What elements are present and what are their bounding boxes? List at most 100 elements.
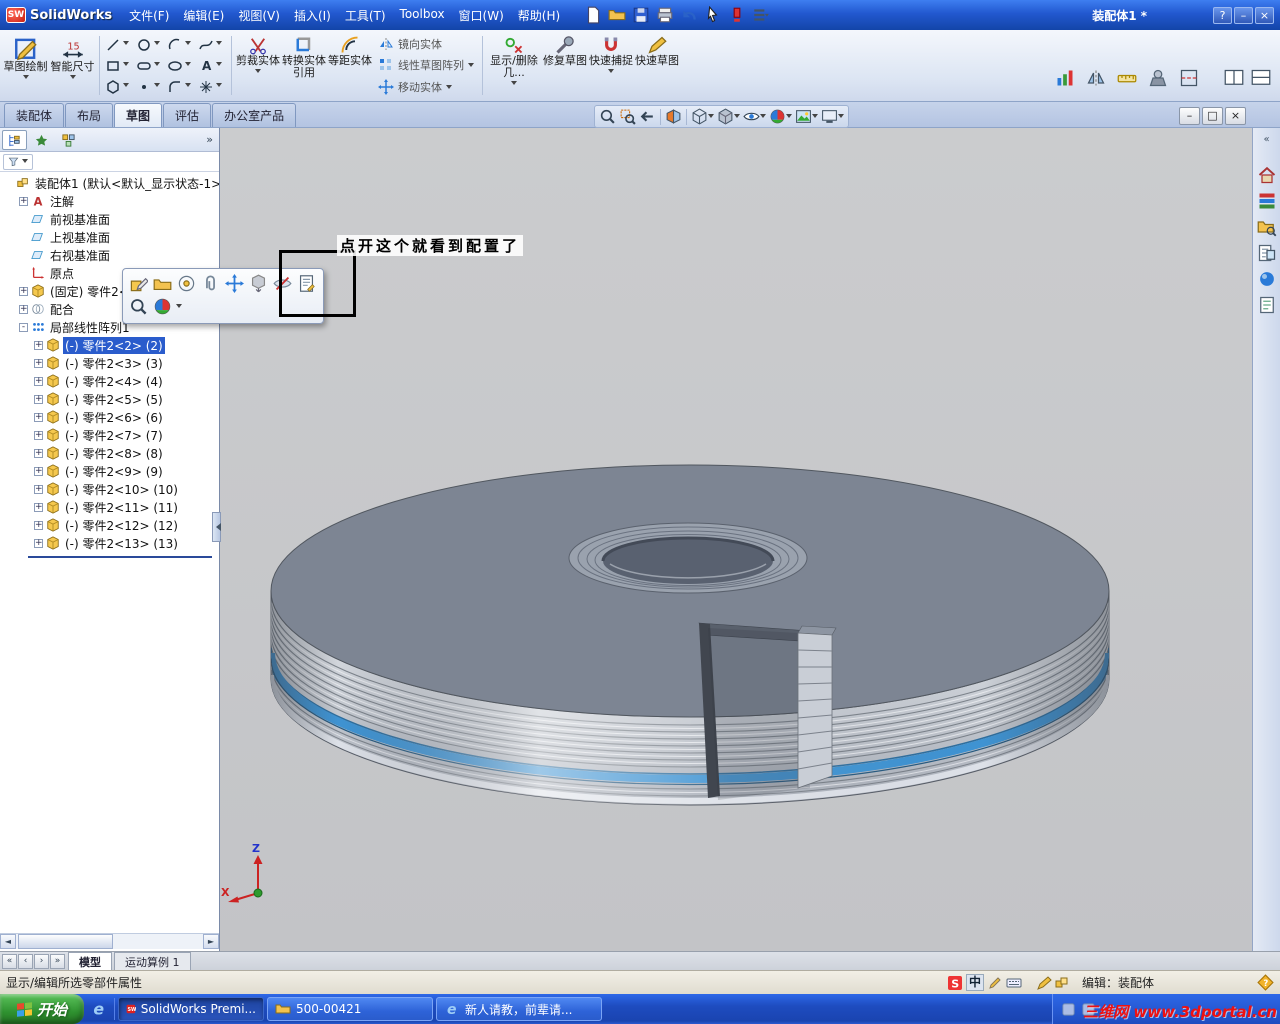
scroll-left-icon[interactable]: ◄ [0,934,16,949]
tree-expander[interactable]: + [34,413,43,422]
symmetry-check-icon[interactable] [1085,67,1107,89]
line-tool-button[interactable] [105,35,133,54]
screen-pane-icon[interactable] [1250,67,1272,89]
tree-item[interactable]: +(-) 零件2<9> (9) [0,462,219,480]
tree-expander[interactable]: + [34,449,43,458]
tree-item[interactable]: +(-) 零件2<10> (10) [0,480,219,498]
mate-button[interactable] [200,273,221,294]
tab-装配体[interactable]: 装配体 [4,103,64,127]
language-bar[interactable]: S中 [947,974,1022,991]
tab-布局[interactable]: 布局 [65,103,113,127]
linear-sketch-pattern-button[interactable]: 线性草图阵列 [378,57,474,73]
options-list-icon[interactable] [751,5,771,25]
spline-tool-button[interactable] [198,35,226,54]
model-tab-1[interactable]: 运动算例 1 [114,952,191,971]
star-tool-button[interactable] [198,77,226,96]
tree-item[interactable]: 上视基准面 [0,228,219,246]
custom-properties-icon[interactable] [1257,295,1277,315]
sketch-button[interactable]: 草图绘制 [2,33,49,98]
tree-expander[interactable]: + [34,539,43,548]
tree-item[interactable]: +(-) 零件2<12> (12) [0,516,219,534]
tree-item[interactable]: 装配体1 (默认<默认_显示状态-1>) [0,174,219,192]
tab-scroll-2[interactable]: › [34,954,49,969]
taskbar-task-1[interactable]: 500-00421 [267,997,433,1021]
move-component-button[interactable] [224,273,245,294]
mass-properties-icon[interactable] [1147,67,1169,89]
point-tool-button[interactable] [136,77,164,96]
screen-split-icon[interactable] [1223,67,1245,89]
menu-item-4[interactable]: 工具(T) [338,4,393,27]
scrollbar-thumb[interactable] [18,934,113,949]
undo-icon[interactable] [679,5,699,25]
tree-expander[interactable]: + [19,305,28,314]
tree-expander[interactable]: + [34,485,43,494]
isolate-button[interactable] [176,273,197,294]
hide-show-items-button[interactable] [742,107,767,126]
menu-item-5[interactable]: Toolbox [393,4,452,27]
quick-tips-icon[interactable]: ? [1257,974,1274,991]
repair-sketch-button[interactable]: 修复草图 [542,33,588,98]
tree-expander[interactable]: - [19,323,28,332]
sogou-icon[interactable]: S [947,975,963,991]
tree-expander[interactable]: + [34,431,43,440]
rapid-sketch-button[interactable]: 快速草图 [634,33,680,98]
display-delete-relations-button[interactable]: 显示/删除几... [486,33,542,98]
tree-item[interactable]: 右视基准面 [0,246,219,264]
pen-icon[interactable] [987,975,1003,991]
menu-item-0[interactable]: 文件(F) [122,4,176,27]
select-arrow-icon[interactable] [703,5,723,25]
tree-item[interactable]: +A注解 [0,192,219,210]
edit-part-button[interactable] [128,273,149,294]
tree-item[interactable]: +(-) 零件2<6> (6) [0,408,219,426]
close-button[interactable]: × [1255,7,1274,24]
edit-appearance-button[interactable] [768,107,793,126]
taskpane-expand-icon[interactable]: « [1263,134,1269,145]
tree-expander[interactable]: + [34,395,43,404]
trim-entities-button[interactable]: 剪裁实体 [235,33,281,98]
tray-icon-0[interactable] [1061,1002,1076,1017]
slot-tool-button[interactable] [136,56,164,75]
new-doc-icon[interactable] [583,5,603,25]
panel-collapse-handle[interactable] [212,512,221,542]
suppress-button[interactable] [248,273,269,294]
appearances-ball-icon[interactable] [1257,269,1277,289]
tree-item[interactable]: +(-) 零件2<4> (4) [0,372,219,390]
measure-icon[interactable] [1116,67,1138,89]
tree-item[interactable]: +(-) 零件2<11> (11) [0,498,219,516]
start-button[interactable]: 开始 [0,994,84,1024]
open-icon[interactable] [607,5,627,25]
circle-tool-button[interactable] [136,35,164,54]
smart-dimension-button[interactable]: 15 智能尺寸 [49,33,96,98]
view-settings-button[interactable] [820,107,845,126]
filter-dropdown[interactable] [3,154,33,170]
keyboard-icon[interactable] [1006,975,1022,991]
text-tool-button[interactable]: A [198,56,226,75]
menu-item-3[interactable]: 插入(I) [287,4,338,27]
tab-办公室产品[interactable]: 办公室产品 [212,103,296,127]
section-view-button[interactable] [664,107,683,126]
scroll-right-icon[interactable]: ► [203,934,219,949]
tab-scroll-3[interactable]: » [50,954,65,969]
child-close-button[interactable]: × [1225,107,1246,125]
tab-scroll-0[interactable]: « [2,954,17,969]
fillet-tool-button[interactable] [167,77,195,96]
child-restore-button[interactable]: □ [1202,107,1223,125]
menu-item-7[interactable]: 帮助(H) [511,4,567,27]
tree-item[interactable]: +(-) 零件2<5> (5) [0,390,219,408]
tree-item[interactable]: +(-) 零件2<2> (2) [0,336,219,354]
rebuild-icon[interactable] [727,5,747,25]
zoom-to-selection-button[interactable] [128,296,149,317]
horizontal-scrollbar[interactable]: ◄ ► [0,933,219,949]
tree-expander[interactable]: + [34,467,43,476]
offset-entities-button[interactable]: 等距实体 [327,33,373,98]
tab-scroll-1[interactable]: ‹ [18,954,33,969]
tree-item[interactable]: +(-) 零件2<7> (7) [0,426,219,444]
zoom-area-button[interactable] [618,107,637,126]
home-icon[interactable] [1257,165,1277,185]
visualization-icon[interactable] [1054,67,1076,89]
help-button[interactable]: ? [1213,7,1232,24]
file-explorer-icon[interactable] [1257,217,1277,237]
tree-item[interactable]: +(-) 零件2<8> (8) [0,444,219,462]
convert-entities-button[interactable]: 转换实体引用 [281,33,327,98]
child-minimize-button[interactable]: – [1179,107,1200,125]
